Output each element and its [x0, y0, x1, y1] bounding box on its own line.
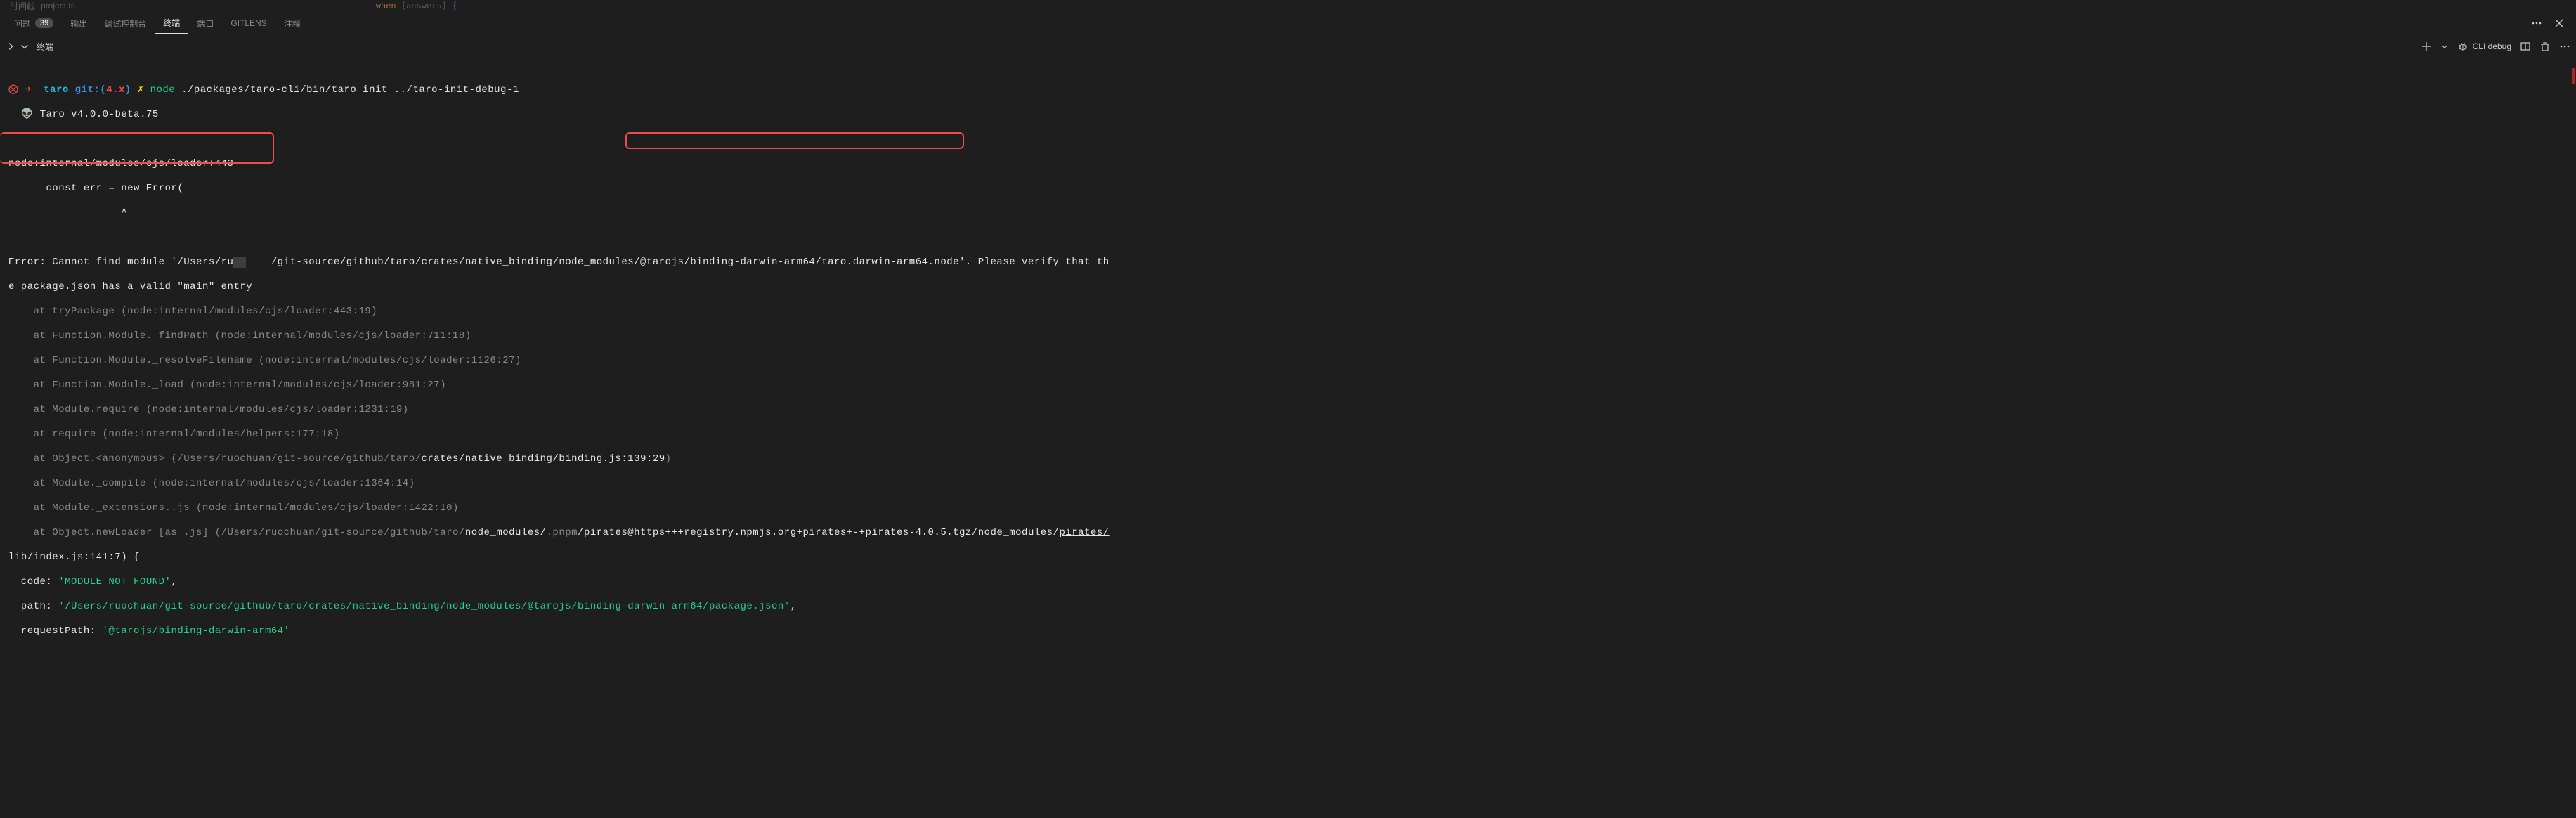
stack-line: at Module.require (node:internal/modules… [8, 404, 2568, 417]
panel-actions [2531, 18, 2570, 29]
error-status-icon: ⨂ [8, 84, 19, 96]
close-panel-icon[interactable] [2554, 18, 2565, 29]
error-message: Error: Cannot find module '/Users/ru /gi… [8, 257, 2568, 269]
kill-terminal-icon[interactable] [2539, 41, 2551, 52]
launch-profile-button[interactable]: CLI debug [2457, 41, 2511, 52]
tab-debug-console[interactable]: 调试控制台 [96, 13, 155, 34]
tab-label: 调试控制台 [104, 18, 146, 30]
more-actions-icon[interactable] [2531, 18, 2542, 29]
more-terminal-actions-icon[interactable] [2559, 41, 2570, 52]
stack-line: at Module._extensions..js (node:internal… [8, 502, 2568, 515]
stack-line: at Object.<anonymous> (/Users/ruochuan/g… [8, 453, 2568, 466]
terminal-output[interactable]: ⨂ ➜ taro git:(4.x) ✗ node ./packages/tar… [0, 57, 2576, 683]
terminal-header: 终端 CLI debug [0, 36, 2576, 57]
error-code: code: 'MODULE_NOT_FOUND', [8, 576, 2568, 589]
error-line: const err = new Error( [8, 183, 2568, 195]
stack-line: at require (node:internal/modules/helper… [8, 429, 2568, 441]
stack-line: at Function.Module._load (node:internal/… [8, 379, 2568, 392]
stack-line: at Object.newLoader [as .js] (/Users/ruo… [8, 527, 2568, 540]
tab-label: 输出 [70, 18, 87, 30]
tab-comments[interactable]: 注释 [275, 13, 309, 34]
error-request-path: requestPath: '@tarojs/binding-darwin-arm… [8, 625, 2568, 638]
panel-tab-bar: 问题 39 输出 调试控制台 终端 端口 GITLENS 注释 [0, 11, 2576, 36]
tab-gitlens[interactable]: GITLENS [222, 14, 275, 32]
code-fragment: when [answers] { [376, 1, 457, 11]
scrollbar-error-marker [2572, 68, 2575, 84]
error-line: node:internal/modules/cjs/loader:443 [8, 158, 2568, 171]
stack-line: lib/index.js:141:7) { [8, 552, 2568, 564]
error-path: path: '/Users/ruochuan/git-source/github… [8, 601, 2568, 614]
tab-label: 端口 [197, 18, 214, 30]
tab-output[interactable]: 输出 [62, 13, 96, 34]
stack-line: at Function.Module._findPath (node:inter… [8, 330, 2568, 343]
tab-label: 注释 [284, 18, 301, 30]
problems-count-badge: 39 [35, 18, 53, 28]
terminal-title: 终端 [34, 41, 53, 53]
tab-problems[interactable]: 问题 39 [6, 13, 62, 34]
chevron-down-icon[interactable] [20, 41, 30, 51]
tab-label: 问题 [14, 18, 31, 30]
project-file-label: project.ts [41, 1, 75, 11]
launch-profile-label: CLI debug [2473, 41, 2511, 51]
launch-profile-chevron-icon[interactable] [2440, 42, 2449, 51]
timeline-label: 时间线 [10, 0, 35, 11]
split-terminal-icon[interactable] [2520, 41, 2531, 52]
stack-line: at tryPackage (node:internal/modules/cjs… [8, 306, 2568, 318]
chevron-right-icon[interactable] [6, 41, 15, 51]
error-line: ^ [8, 207, 2568, 220]
new-terminal-icon[interactable] [2421, 41, 2432, 52]
error-message: e package.json has a valid "main" entry [8, 281, 2568, 294]
tab-label: 终端 [163, 17, 180, 29]
tab-label: GITLENS [230, 18, 266, 28]
editor-tab-strip: 时间线 project.ts when [answers] { [0, 0, 2576, 11]
tab-terminal[interactable]: 终端 [155, 13, 188, 34]
alien-icon: 👽 [21, 109, 34, 120]
bug-icon [2457, 41, 2468, 52]
stack-line: at Module._compile (node:internal/module… [8, 478, 2568, 491]
tab-ports[interactable]: 端口 [188, 13, 222, 34]
stack-line: at Function.Module._resolveFilename (nod… [8, 355, 2568, 368]
